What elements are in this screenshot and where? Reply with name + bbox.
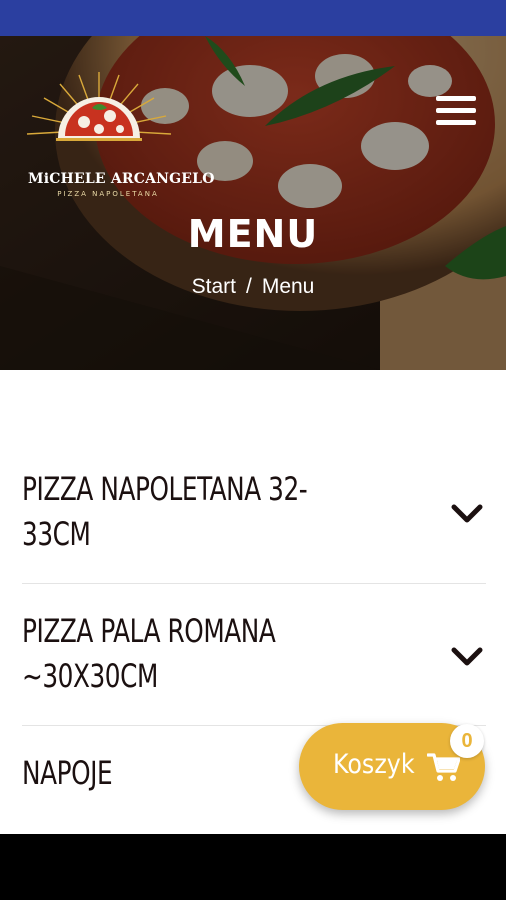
category-title: PIZZA PALA ROMANA ~30X30CM [22,612,276,695]
brand-name: MiCHELE ARCANGELO [28,171,215,187]
category-accordion-pizza-pala-romana[interactable]: PIZZA PALA ROMANA ~30X30CM [22,584,486,726]
brand-logo[interactable]: MiCHELE ARCANGELO PIZZA NAPOLETANA [22,66,214,198]
chevron-down-icon[interactable] [450,646,484,668]
hamburger-line [436,120,476,125]
hamburger-line [436,108,476,113]
breadcrumb-separator: / [245,275,252,298]
page-title: MENU [187,212,319,256]
breadcrumb-current: Menu [261,275,315,298]
shopping-cart-icon [427,753,460,781]
breadcrumb: Start / Menu [0,275,506,299]
chevron-down-icon[interactable] [450,503,484,525]
category-title: PIZZA NAPOLETANA 32- 33CM [22,470,308,553]
pizza-sun-logo-icon [26,72,172,141]
category-accordion-pizza-napoletana[interactable]: PIZZA NAPOLETANA 32- 33CM [22,370,486,584]
brand-tagline: PIZZA NAPOLETANA [57,190,159,198]
navigation-bar [0,834,506,900]
cart-count-badge: 0 [450,724,484,758]
status-bar [0,0,506,36]
hamburger-menu-icon[interactable] [436,96,476,132]
breadcrumb-home-link[interactable]: Start [192,275,236,298]
hamburger-line [436,96,476,101]
cart-button-label: Koszyk [333,749,415,780]
hero-banner: MiCHELE ARCANGELO PIZZA NAPOLETANA MENU … [0,36,506,370]
